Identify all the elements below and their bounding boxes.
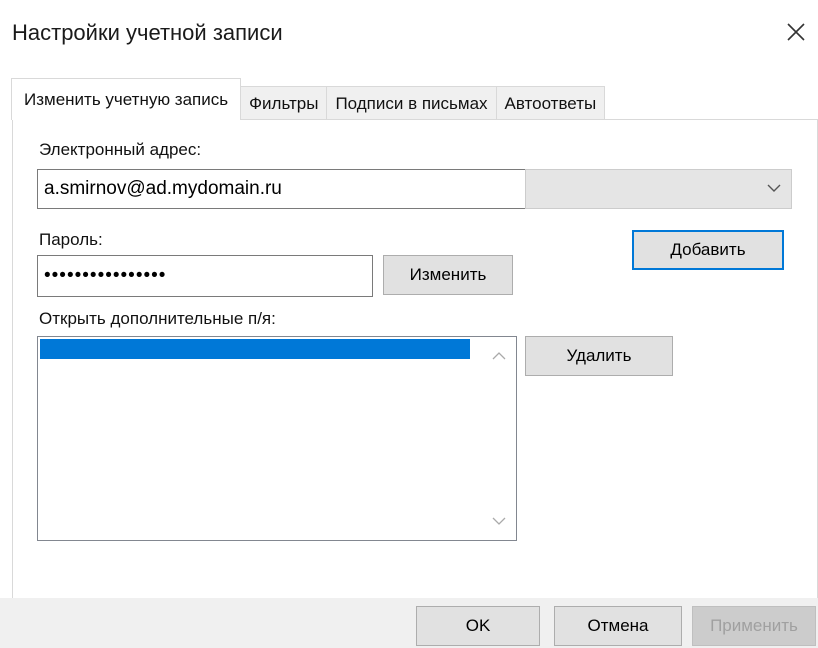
chevron-up-icon[interactable]	[492, 351, 506, 361]
tab-signatures[interactable]: Подписи в письмах	[326, 86, 497, 120]
change-password-button[interactable]: Изменить	[383, 255, 513, 295]
add-button[interactable]: Добавить	[632, 230, 784, 270]
email-field[interactable]: a.smirnov@ad.mydomain.ru	[37, 169, 527, 209]
additional-mailboxes-label: Открыть дополнительные п/я:	[39, 309, 276, 328]
delete-button[interactable]: Удалить	[525, 336, 673, 376]
tab-autoreplies[interactable]: Автоответы	[495, 86, 606, 120]
tab-bar: Изменить учетную запись Фильтры Подписи …	[11, 78, 606, 120]
cancel-button[interactable]: Отмена	[554, 606, 682, 646]
dialog-footer: OK Отмена Применить	[0, 598, 818, 648]
chevron-down-icon[interactable]	[492, 516, 506, 526]
account-settings-dialog: Настройки учетной записи Изменить учетну…	[0, 0, 818, 648]
chevron-down-icon	[767, 184, 781, 192]
list-scrollbar[interactable]	[482, 337, 516, 540]
close-button[interactable]	[780, 14, 812, 50]
tab-panel: Электронный адрес: a.smirnov@ad.mydomain…	[12, 119, 818, 599]
password-field[interactable]: ••••••••••••••••	[37, 255, 373, 297]
account-type-select[interactable]	[525, 169, 792, 209]
email-label: Электронный адрес:	[39, 140, 202, 159]
tab-filters[interactable]: Фильтры	[240, 86, 328, 120]
additional-mailboxes-list[interactable]	[37, 336, 517, 541]
close-icon	[787, 23, 805, 41]
window-title: Настройки учетной записи	[12, 20, 283, 45]
ok-button[interactable]: OK	[416, 606, 540, 646]
password-label: Пароль:	[39, 230, 103, 249]
apply-button: Применить	[692, 606, 816, 646]
tab-edit-account[interactable]: Изменить учетную запись	[11, 78, 242, 120]
list-item-selected[interactable]	[40, 339, 470, 359]
